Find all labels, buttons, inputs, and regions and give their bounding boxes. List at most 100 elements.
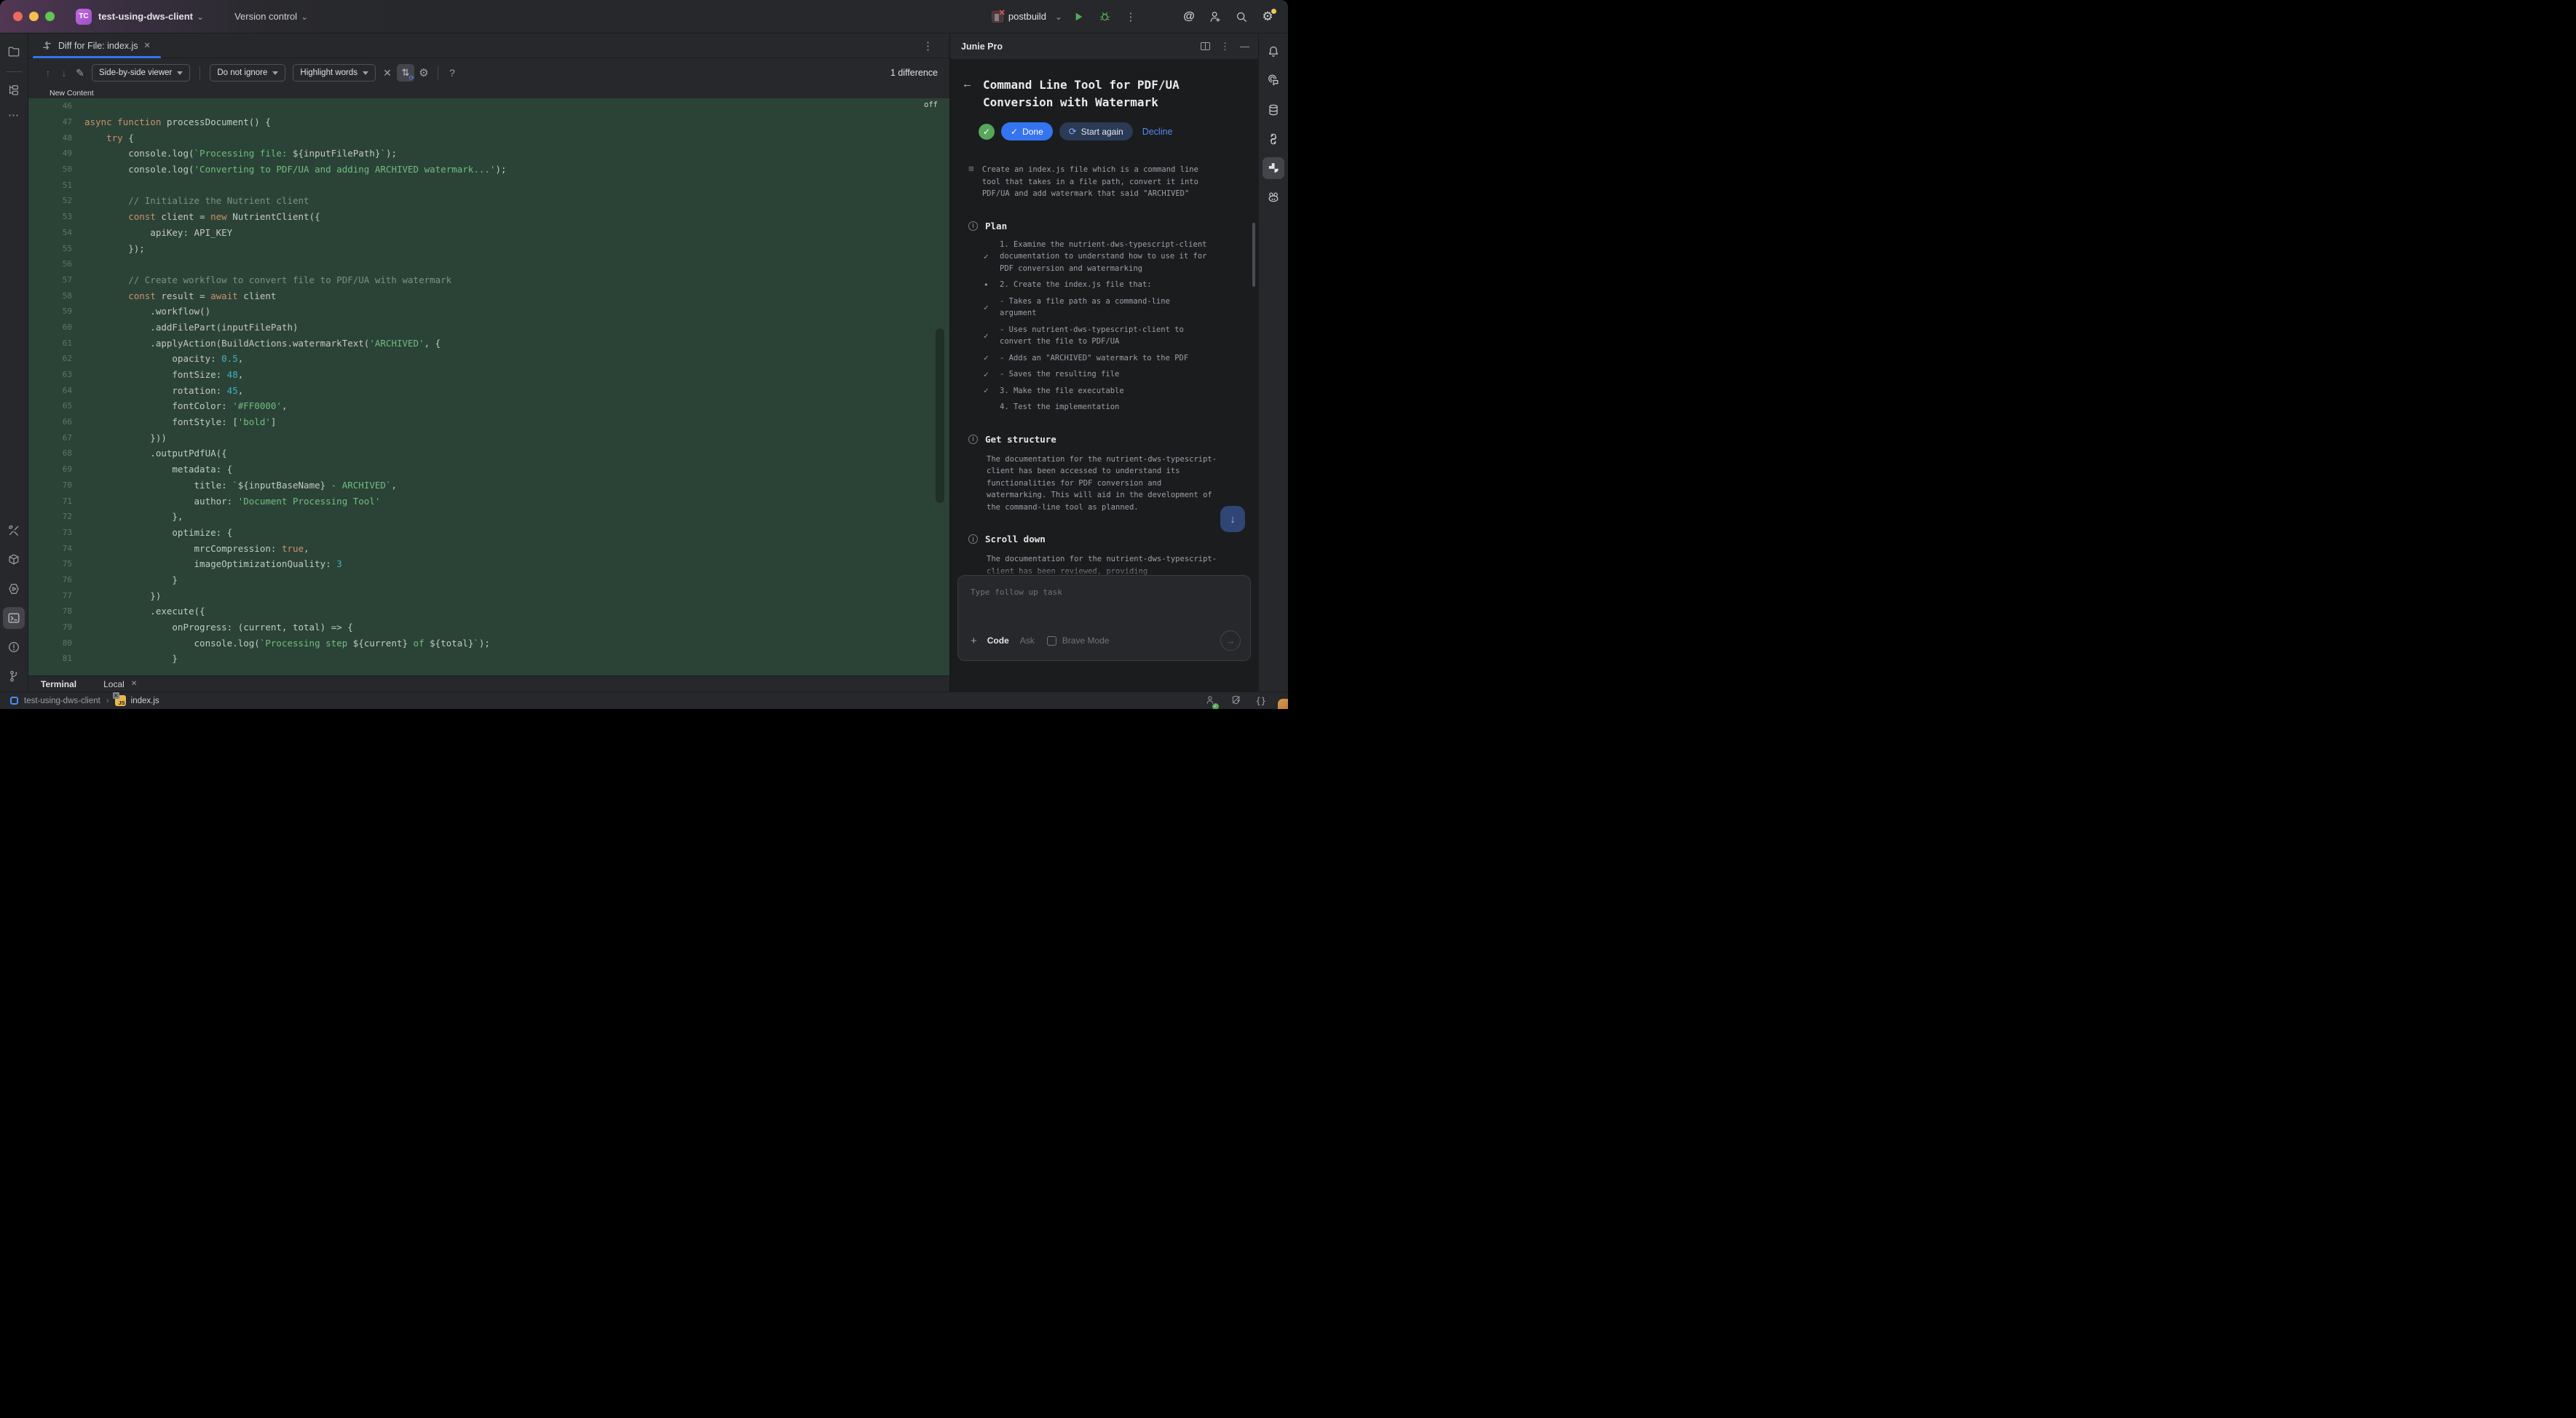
viewer-mode-dropdown[interactable]: Side-by-side viewer (92, 64, 190, 82)
code-line[interactable]: 55 }); (28, 240, 949, 256)
code-line[interactable]: 64 rotation: 45, (28, 382, 949, 398)
previous-difference-button[interactable]: ↑ (40, 67, 56, 79)
code-line[interactable]: 54 apiKey: API_KEY (28, 225, 949, 241)
ai-chat-tool-button[interactable] (1263, 70, 1284, 92)
send-button[interactable]: → (1220, 630, 1241, 651)
brave-mode-checkbox[interactable] (1047, 636, 1056, 646)
debug-button[interactable] (1094, 7, 1115, 27)
minimize-window-button[interactable] (29, 12, 39, 21)
code-line[interactable]: 70 title: `${inputBaseName} - ARCHIVED`, (28, 478, 949, 494)
code-line[interactable]: 53 const client = new NutrientClient({ (28, 209, 949, 225)
decline-button[interactable]: Decline (1142, 127, 1173, 137)
more-tool-windows-button[interactable]: ⋯ (8, 108, 20, 122)
code-line[interactable]: 65 fontColor: '#FF0000', (28, 398, 949, 414)
code-line[interactable]: 56 (28, 256, 949, 272)
code-line[interactable]: 59 .workflow() (28, 304, 949, 320)
terminal-tab-local[interactable]: Local ✕ (103, 679, 137, 689)
highlight-mode-dropdown[interactable]: Highlight words (293, 64, 376, 82)
code-line[interactable]: 62 opacity: 0.5, (28, 351, 949, 367)
project-tool-button[interactable] (3, 41, 25, 63)
code-line[interactable]: 71 author: 'Document Processing Tool' (28, 493, 949, 509)
close-tab-icon[interactable]: ✕ (144, 41, 151, 50)
code-line[interactable]: 47async function processDocument() { (28, 114, 949, 130)
scroll-to-bottom-button[interactable]: ↓ (1220, 506, 1245, 532)
python-tool-button[interactable] (1263, 128, 1284, 150)
split-panel-icon[interactable] (1201, 42, 1210, 50)
hide-panel-button[interactable]: — (1240, 41, 1249, 52)
ai-disabled-button[interactable] (1230, 694, 1241, 708)
gradle-tool-button[interactable] (1263, 186, 1284, 208)
editor-scrollbar[interactable] (936, 328, 944, 503)
code-line[interactable]: 52 // Initialize the Nutrient client (28, 193, 949, 209)
code-line[interactable]: 66 fontStyle: ['bold'] (28, 414, 949, 430)
diff-settings-button[interactable]: ⚙ (416, 66, 432, 79)
search-everywhere-button[interactable] (1231, 7, 1252, 27)
project-badge[interactable]: TC (76, 9, 92, 25)
code-line[interactable]: 74 mrcCompression: true, (28, 540, 949, 556)
scroll-down-title[interactable]: Scroll down (985, 534, 1046, 544)
mode-code-tab[interactable]: Code (987, 635, 1009, 646)
code-line[interactable]: 76 } (28, 572, 949, 588)
code-line[interactable]: 63 fontSize: 48, (28, 367, 949, 383)
run-button[interactable] (1068, 7, 1089, 27)
vcs-tool-button[interactable] (3, 665, 25, 687)
database-tool-button[interactable] (1263, 99, 1284, 121)
code-line[interactable]: 78 .execute({ (28, 603, 949, 619)
python-packages-tool-button[interactable] (3, 549, 25, 571)
tab-diff-for-file[interactable]: Diff for File: index.js ✕ (33, 33, 161, 58)
terminal-title[interactable]: Terminal (41, 679, 76, 689)
notifications-tool-button[interactable] (1263, 41, 1284, 63)
services-tool-button[interactable] (3, 578, 25, 600)
code-line[interactable]: 67 })) (28, 429, 949, 445)
code-line[interactable]: 73 optimize: { (28, 525, 949, 541)
attach-icon[interactable]: + (971, 635, 977, 647)
zoom-window-button[interactable] (45, 12, 55, 21)
tab-options-button[interactable]: ⋮ (922, 39, 933, 52)
panel-options-button[interactable]: ⋮ (1220, 41, 1230, 52)
next-difference-button[interactable]: ↓ (56, 67, 72, 79)
code-with-me-button[interactable] (1205, 7, 1225, 27)
code-line[interactable]: 80 console.log(`Processing step ${curren… (28, 635, 949, 651)
code-line[interactable]: 48 try { (28, 130, 949, 146)
code-line[interactable]: 69 metadata: { (28, 462, 949, 478)
done-button[interactable]: ✓ Done (1001, 122, 1053, 140)
breadcrumb-project[interactable]: test-using-dws-client (24, 697, 100, 705)
code-line[interactable]: 75 imageOptimizationQuality: 3 (28, 556, 949, 572)
code-line[interactable]: 51 (28, 177, 949, 193)
close-window-button[interactable] (13, 12, 23, 21)
problems-tool-button[interactable] (3, 636, 25, 658)
close-terminal-tab-icon[interactable]: ✕ (131, 680, 137, 688)
structure-tool-button[interactable] (3, 79, 25, 101)
edit-icon[interactable]: ✎ (72, 67, 88, 79)
project-name[interactable]: test-using-dws-client (98, 11, 193, 22)
code-line[interactable]: 61 .applyAction(BuildActions.watermarkTe… (28, 335, 949, 351)
junie-scrollbar[interactable] (1252, 223, 1255, 287)
breadcrumb-file[interactable]: index.js (131, 697, 159, 705)
code-line[interactable]: 49 console.log(`Processing file: ${input… (28, 146, 949, 162)
code-line[interactable]: 68 .outputPdfUA({ (28, 445, 949, 462)
code-line[interactable]: 58 const result = await client (28, 288, 949, 304)
license-user-button[interactable]: ✓ (1205, 694, 1216, 708)
synchronize-scrolling-button[interactable]: ⇅ ⟳ (397, 64, 414, 82)
help-button[interactable]: ? (444, 67, 460, 79)
plan-section-title[interactable]: Plan (985, 221, 1007, 231)
code-line[interactable]: 60 .addFilePart(inputFilePath) (28, 320, 949, 336)
mode-ask-tab[interactable]: Ask (1020, 635, 1035, 646)
ai-assistant-button[interactable]: @ (1179, 7, 1199, 27)
get-structure-title[interactable]: Get structure (985, 434, 1056, 445)
whitespace-policy-dropdown[interactable]: Do not ignore (210, 64, 285, 82)
code-line[interactable]: 57 // Create workflow to convert file to… (28, 272, 949, 288)
code-line[interactable]: 50 console.log('Converting to PDF/UA and… (28, 162, 949, 178)
code-line[interactable]: 77 }) (28, 587, 949, 603)
follow-up-input[interactable]: Type follow up task + Code Ask Brave Mod… (957, 575, 1251, 661)
back-button[interactable]: ← (962, 78, 973, 111)
junie-tool-button[interactable] (1263, 157, 1284, 179)
junie-content[interactable]: ← Command Line Tool for PDF/UA Conversio… (950, 59, 1258, 575)
collapse-unchanged-button[interactable]: ✕ (379, 67, 395, 79)
more-actions-button[interactable]: ⋮ (1121, 7, 1141, 27)
code-line[interactable]: 72 }, (28, 509, 949, 525)
code-line[interactable]: 81 } (28, 651, 949, 667)
build-tool-button[interactable] (3, 520, 25, 542)
terminal-tool-button[interactable] (3, 607, 25, 629)
code-line[interactable]: 46 (28, 98, 949, 114)
